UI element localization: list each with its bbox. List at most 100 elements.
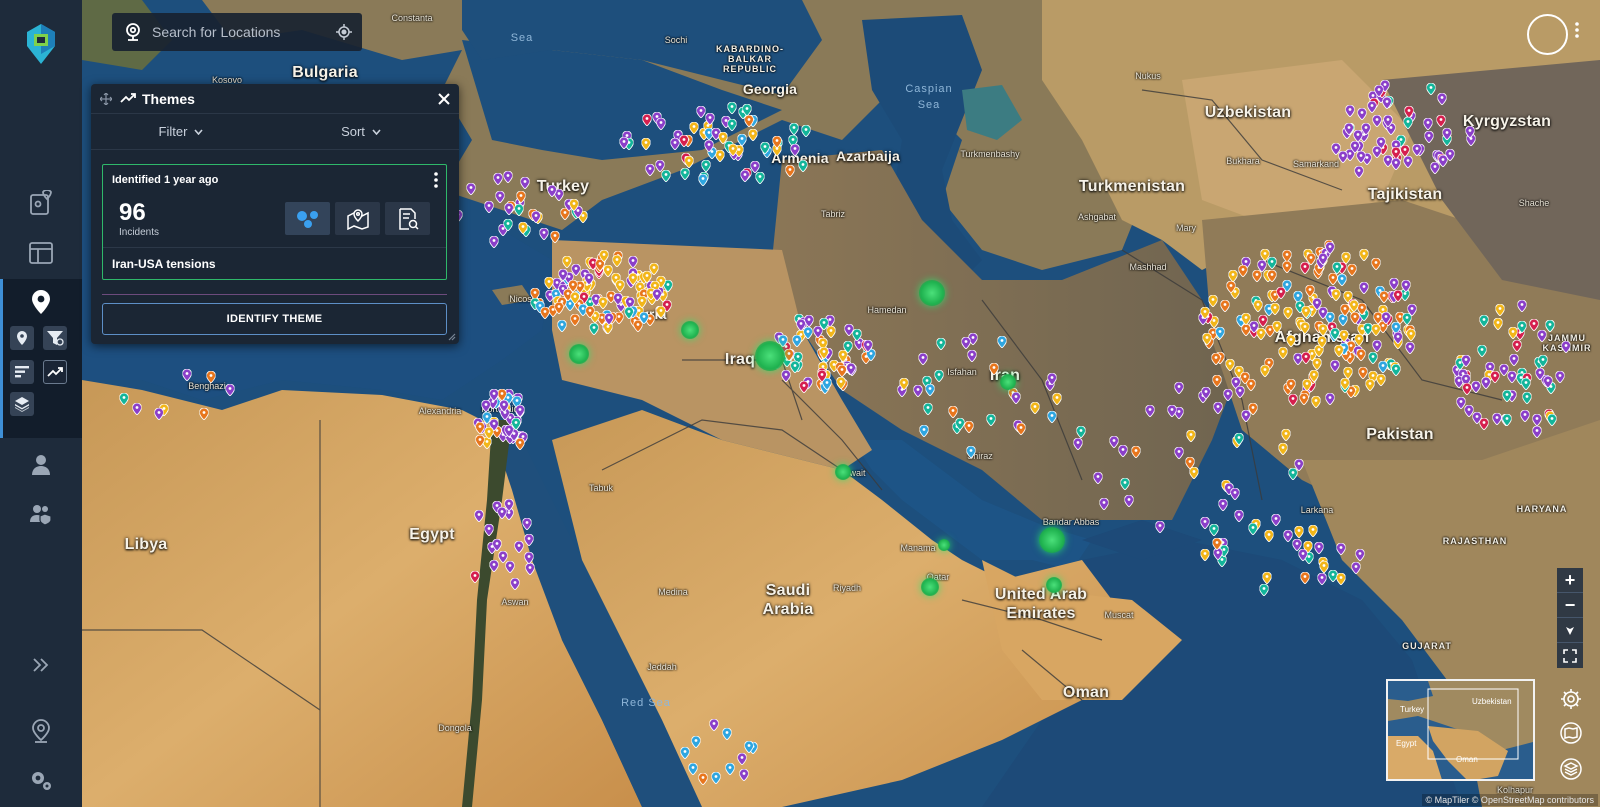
incident-marker[interactable]	[744, 115, 753, 128]
incident-marker[interactable]	[711, 771, 721, 784]
incident-marker[interactable]	[1361, 123, 1371, 136]
incident-marker[interactable]	[1118, 445, 1128, 458]
incident-marker[interactable]	[918, 353, 928, 366]
incident-marker[interactable]	[1278, 346, 1288, 359]
incident-marker[interactable]	[503, 218, 513, 231]
incident-marker[interactable]	[1367, 101, 1377, 114]
incident-marker[interactable]	[1479, 314, 1489, 327]
incident-marker[interactable]	[684, 156, 694, 169]
incident-marker[interactable]	[1047, 410, 1057, 423]
incident-marker[interactable]	[1286, 379, 1296, 391]
incident-marker[interactable]	[1220, 300, 1230, 313]
incident-marker[interactable]	[1336, 543, 1346, 556]
incident-marker[interactable]	[846, 363, 856, 376]
incident-marker[interactable]	[755, 171, 765, 184]
incident-marker[interactable]	[1200, 548, 1210, 561]
incident-marker[interactable]	[1512, 340, 1522, 353]
incident-marker[interactable]	[516, 190, 526, 203]
incident-marker[interactable]	[1124, 494, 1134, 507]
incident-marker[interactable]	[1312, 298, 1322, 311]
incident-marker[interactable]	[934, 369, 944, 382]
incident-marker[interactable]	[1393, 290, 1403, 303]
incident-marker[interactable]	[1462, 382, 1472, 395]
incident-marker[interactable]	[1538, 355, 1548, 368]
incident-marker[interactable]	[497, 506, 507, 519]
incident-marker[interactable]	[792, 335, 802, 348]
incident-marker[interactable]	[1401, 280, 1411, 293]
sort-dropdown[interactable]: Sort	[271, 124, 451, 139]
incident-marker[interactable]	[531, 211, 541, 224]
incident-marker[interactable]	[489, 389, 499, 402]
incident-marker[interactable]	[505, 561, 515, 574]
incident-marker[interactable]	[1357, 302, 1367, 315]
incident-marker[interactable]	[1318, 253, 1328, 266]
incident-marker[interactable]	[804, 314, 814, 327]
incident-marker[interactable]	[1325, 393, 1335, 406]
incident-marker[interactable]	[817, 370, 827, 383]
layers-stack-icon[interactable]	[10, 392, 34, 416]
incident-marker[interactable]	[1517, 320, 1527, 333]
incident-marker[interactable]	[1201, 387, 1211, 400]
incident-marker[interactable]	[966, 445, 976, 458]
incident-marker[interactable]	[1256, 327, 1266, 340]
cluster-tehran[interactable]	[919, 280, 945, 306]
incident-marker[interactable]	[744, 740, 754, 753]
map-pin-edit-icon[interactable]	[24, 186, 58, 220]
incident-marker[interactable]	[1305, 284, 1315, 297]
incident-marker[interactable]	[1522, 392, 1532, 405]
incident-marker[interactable]	[628, 255, 638, 268]
incident-marker[interactable]	[1331, 288, 1341, 301]
incident-marker[interactable]	[466, 182, 476, 195]
incident-marker[interactable]	[696, 106, 706, 119]
incident-marker[interactable]	[742, 104, 752, 117]
incident-marker[interactable]	[1347, 263, 1357, 276]
incident-marker[interactable]	[691, 735, 701, 748]
incident-marker[interactable]	[225, 383, 235, 396]
incident-marker[interactable]	[705, 112, 715, 125]
incident-marker[interactable]	[569, 199, 579, 212]
incident-marker[interactable]	[789, 123, 799, 136]
incident-marker[interactable]	[1334, 345, 1344, 358]
incident-marker[interactable]	[1253, 299, 1263, 312]
incident-marker[interactable]	[1314, 541, 1324, 554]
cluster-north-iraq[interactable]	[681, 321, 699, 339]
incident-marker[interactable]	[1185, 456, 1195, 469]
incident-marker[interactable]	[649, 262, 659, 275]
incident-marker[interactable]	[1351, 561, 1361, 574]
incident-marker[interactable]	[948, 406, 958, 419]
incident-marker[interactable]	[484, 427, 494, 440]
incident-marker[interactable]	[1213, 402, 1223, 415]
list-bars-icon[interactable]	[10, 360, 34, 384]
incident-marker[interactable]	[739, 768, 749, 781]
incident-marker[interactable]	[1330, 327, 1340, 340]
incident-marker[interactable]	[704, 139, 714, 152]
incident-marker[interactable]	[1328, 273, 1338, 286]
incident-marker[interactable]	[1299, 392, 1309, 405]
incident-marker[interactable]	[1288, 394, 1298, 407]
incident-marker[interactable]	[1208, 295, 1218, 308]
overview-minimap[interactable]: Turkey Uzbekistan Egypt Oman	[1386, 679, 1535, 781]
incident-marker[interactable]	[844, 324, 854, 337]
incident-marker[interactable]	[525, 563, 535, 576]
incident-marker[interactable]	[986, 413, 996, 426]
incident-marker[interactable]	[1355, 548, 1365, 561]
incident-marker[interactable]	[1391, 146, 1401, 159]
incident-marker[interactable]	[1286, 335, 1296, 348]
incident-marker[interactable]	[955, 418, 965, 431]
incident-marker[interactable]	[489, 235, 499, 248]
incident-marker[interactable]	[1393, 332, 1403, 345]
incident-marker[interactable]	[1099, 497, 1109, 510]
incident-marker[interactable]	[1345, 104, 1355, 117]
incident-marker[interactable]	[1493, 317, 1503, 330]
incident-marker[interactable]	[1225, 359, 1235, 372]
incident-marker[interactable]	[1405, 342, 1415, 355]
incident-marker[interactable]	[1481, 376, 1491, 389]
incident-marker[interactable]	[1406, 328, 1416, 341]
incident-marker[interactable]	[642, 113, 652, 126]
incident-marker[interactable]	[1532, 413, 1542, 426]
incident-marker[interactable]	[661, 169, 671, 182]
incident-marker[interactable]	[936, 338, 946, 351]
incident-marker[interactable]	[571, 264, 581, 277]
incident-marker[interactable]	[524, 551, 534, 564]
incident-marker[interactable]	[790, 144, 800, 157]
